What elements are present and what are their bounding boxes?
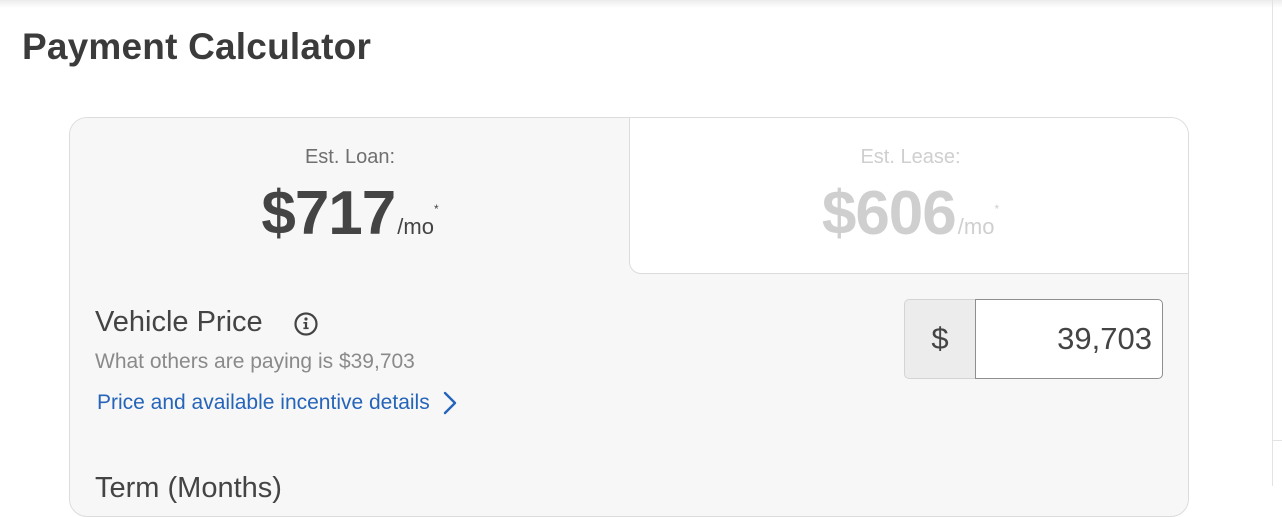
vehicle-price-label: Vehicle Price: [95, 306, 263, 338]
tab-est-loan[interactable]: Est. Loan: $717 /mo *: [70, 118, 630, 274]
tab-est-loan-amount-row: $717 /mo *: [70, 178, 630, 249]
lease-monthly-amount: $606: [821, 179, 957, 248]
lease-monthly-unit: /mo: [957, 214, 995, 239]
page-title: Payment Calculator: [22, 26, 372, 67]
price-incentive-details-link-text: Price and available incentive details: [97, 391, 430, 414]
lease-footnote-mark: *: [994, 202, 1000, 216]
chevron-right-icon: [443, 391, 456, 415]
scrollbar-track: [1272, 0, 1273, 486]
vehicle-price-subtext: What others are paying is $39,703: [95, 350, 415, 373]
scrollbar-tick: [1273, 440, 1282, 441]
term-months-label: Term (Months): [95, 472, 282, 504]
tab-est-lease-label: Est. Lease:: [860, 146, 961, 168]
info-circle-icon[interactable]: [293, 311, 319, 337]
vehicle-price-input-group: $: [904, 299, 1163, 379]
vehicle-price-input[interactable]: [975, 299, 1163, 379]
tab-est-lease-amount-row: $606 /mo *: [630, 178, 1188, 249]
loan-footnote-mark: *: [433, 202, 439, 216]
loan-monthly-amount: $717: [261, 179, 396, 248]
tab-est-lease[interactable]: Est. Lease: $606 /mo *: [629, 118, 1188, 274]
currency-prefix: $: [904, 299, 975, 379]
price-incentive-details-link[interactable]: Price and available incentive details: [97, 390, 458, 416]
tab-est-loan-label: Est. Loan:: [304, 146, 396, 168]
header-shadow: [0, 0, 1282, 8]
loan-monthly-unit: /mo: [397, 214, 434, 239]
